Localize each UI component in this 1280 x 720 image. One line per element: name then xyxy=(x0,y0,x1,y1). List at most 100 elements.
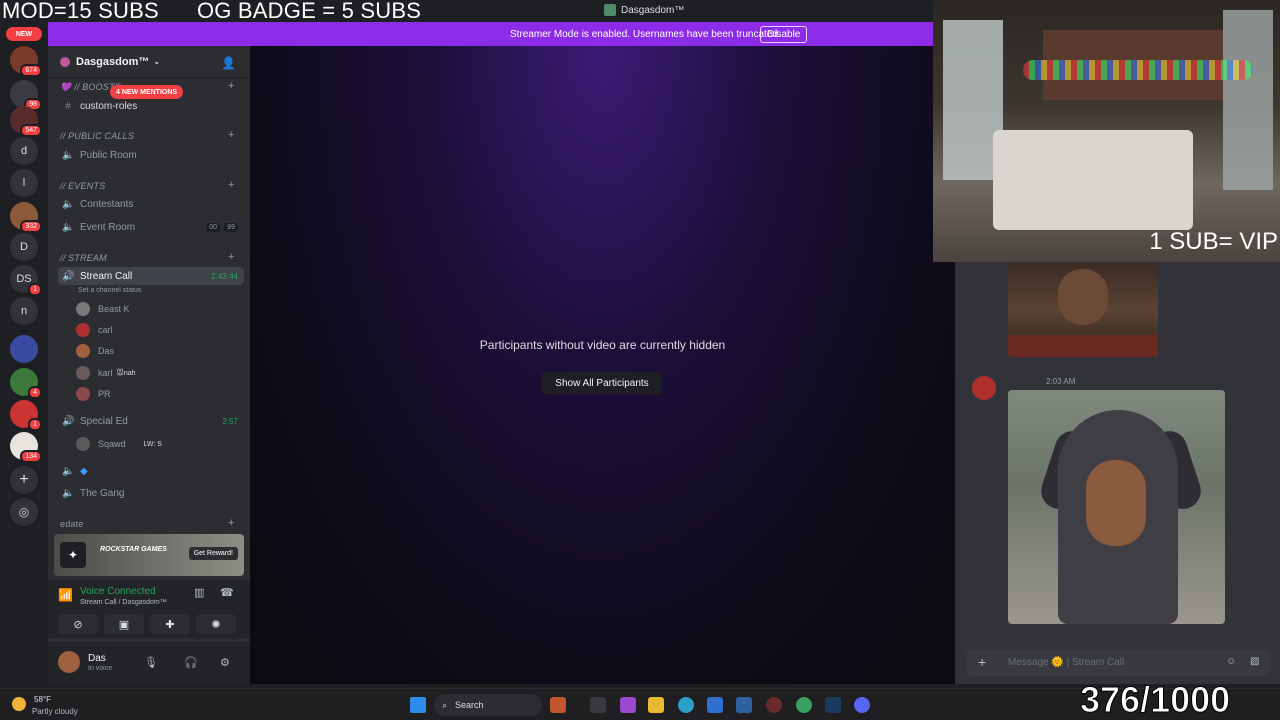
dog-face xyxy=(1086,460,1146,546)
server-icon-1[interactable]: 674 xyxy=(10,46,42,77)
user-status: In voice xyxy=(88,665,113,672)
user-name: karl xyxy=(98,368,113,378)
disconnect-icon[interactable]: ☎ xyxy=(220,586,234,599)
weather-condition: Partly cloudy xyxy=(32,707,78,716)
voice-channel-path[interactable]: Stream Call / Dasgasdom™ xyxy=(80,599,167,606)
channel-event-room[interactable]: 🔈 Event Room 00 99 xyxy=(58,218,244,236)
activities-button[interactable]: ✚ xyxy=(150,614,190,634)
voice-user[interactable]: karl 🐭nah xyxy=(76,364,136,382)
microphone-icon[interactable]: 🎙 xyxy=(144,656,158,669)
widgets-icon[interactable] xyxy=(550,697,566,713)
search-label: Search xyxy=(455,700,484,710)
channel-status[interactable]: Set a channel status xyxy=(78,287,141,294)
discord-icon[interactable] xyxy=(854,697,870,713)
channel-special-ed[interactable]: 🔊 Special Ed 2:57 xyxy=(58,412,244,430)
add-user-icon[interactable]: 👤 xyxy=(221,56,236,70)
server-icon-n[interactable]: n xyxy=(10,297,38,325)
server-icon-d[interactable]: d xyxy=(10,137,38,165)
add-channel-icon[interactable]: + xyxy=(228,251,234,263)
message-input[interactable]: Message 🌞 | Stream Call xyxy=(1008,657,1124,668)
mail-icon[interactable] xyxy=(736,697,752,713)
voice-user[interactable]: carl xyxy=(76,321,113,339)
server-icon-13[interactable]: 134 xyxy=(10,432,42,463)
user-limit: 99 xyxy=(224,222,238,232)
voice-user[interactable]: Beast K xyxy=(76,300,130,318)
task-view-icon[interactable] xyxy=(590,697,606,713)
speaker-icon: 🔈 xyxy=(62,149,75,161)
discord-app-icon xyxy=(604,4,616,16)
channel-the-gang[interactable]: 🔈 The Gang xyxy=(58,484,244,502)
camera-off-button[interactable]: ⊘ xyxy=(58,614,98,634)
start-icon[interactable] xyxy=(410,697,426,713)
add-server-icon[interactable]: + xyxy=(10,466,38,494)
channel-label: Stream Call xyxy=(80,270,133,282)
get-reward-button[interactable]: Get Reward! xyxy=(188,547,238,560)
avatar[interactable] xyxy=(972,376,996,400)
server-icon-11[interactable]: 4 xyxy=(10,368,42,399)
window-title-text: Dasgasdom™ xyxy=(621,4,685,16)
category-events[interactable]: // Events xyxy=(60,181,105,191)
voice-connected-label[interactable]: Voice Connected xyxy=(80,586,156,597)
new-pill[interactable]: NEW xyxy=(6,27,42,41)
channel-stream-call[interactable]: 🔊 Stream Call 2:43:44 xyxy=(58,267,244,285)
copilot-icon[interactable] xyxy=(620,697,636,713)
server-badge: 4 xyxy=(28,386,42,399)
category-public-calls[interactable]: // PUBLIC CALLS xyxy=(60,131,134,141)
show-all-participants-button[interactable]: Show All Participants xyxy=(542,372,662,394)
server-icon-DS[interactable]: DS 1 xyxy=(10,265,42,296)
voice-user[interactable]: Das xyxy=(76,342,114,360)
user-count: 00 xyxy=(206,222,220,232)
avatar[interactable] xyxy=(58,651,80,673)
noise-suppression-icon[interactable]: ▥ xyxy=(194,586,204,599)
channel-custom-roles[interactable]: # custom-roles xyxy=(58,97,244,115)
chat-image[interactable] xyxy=(1008,390,1225,624)
app-icon[interactable] xyxy=(766,697,782,713)
server-icon-D[interactable]: D xyxy=(10,233,38,261)
gem-icon: ◆ xyxy=(80,465,88,477)
speaker-icon: 🔈 xyxy=(62,198,75,210)
room-bed xyxy=(993,130,1193,230)
image-icon[interactable]: ▨ xyxy=(1250,656,1259,667)
taskbar-search[interactable]: ⌕ Search xyxy=(434,694,542,716)
gear-icon[interactable]: ⚙ xyxy=(220,656,230,669)
user-panel: Das In voice 🎙 🎧 ⚙ xyxy=(48,642,250,684)
chrome-icon[interactable] xyxy=(796,697,812,713)
file-explorer-icon[interactable] xyxy=(648,697,664,713)
server-icon-2[interactable]: 98 xyxy=(10,80,42,111)
server-badge: 332 xyxy=(20,220,42,233)
server-icon-12[interactable]: 1 xyxy=(10,400,42,431)
server-header[interactable]: Dasgasdom™ ⌄ 👤 xyxy=(48,46,250,78)
add-channel-icon[interactable]: + xyxy=(228,80,234,92)
room-window xyxy=(1223,10,1273,190)
server-name: Dasgasdom™ xyxy=(76,55,150,68)
store-icon[interactable] xyxy=(707,697,723,713)
overlay-sub-count: 376/1000 xyxy=(1079,679,1231,720)
add-attachment-icon[interactable]: + xyxy=(978,654,986,670)
channel-public-room[interactable]: 🔈 Public Room xyxy=(58,146,244,164)
explore-icon[interactable]: ◎ xyxy=(10,498,38,526)
server-icon-3[interactable]: 547 xyxy=(10,106,42,137)
disable-streamer-mode-button[interactable]: Disable xyxy=(760,26,808,43)
add-channel-icon[interactable]: + xyxy=(228,129,234,141)
message-composer[interactable]: + Message 🌞 | Stream Call ☺ ▨ xyxy=(966,650,1270,676)
edge-icon[interactable] xyxy=(678,697,694,713)
category-stream[interactable]: // STREAM xyxy=(60,253,107,263)
server-icon-6[interactable]: 332 xyxy=(10,202,42,233)
category-edate[interactable]: edate xyxy=(60,519,84,529)
emoji-icon[interactable]: ☺ xyxy=(1226,656,1236,667)
server-icon-l[interactable]: l xyxy=(10,169,38,197)
add-channel-icon[interactable]: + xyxy=(228,517,234,529)
voice-user[interactable]: Sqawd LW: S xyxy=(76,435,162,453)
add-channel-icon[interactable]: + xyxy=(228,179,234,191)
screen-share-button[interactable]: ▣ xyxy=(104,614,144,634)
headphones-icon[interactable]: 🎧 xyxy=(184,656,198,669)
voice-user[interactable]: PR xyxy=(76,385,111,403)
soundboard-button[interactable]: ✺ xyxy=(196,614,236,634)
promo-banner[interactable]: ✦ ROCKSTAR GAMES Get Reward! xyxy=(54,534,244,576)
channel-gem[interactable]: 🔈 ◆ xyxy=(58,462,244,480)
channel-contestants[interactable]: 🔈 Contestants xyxy=(58,195,244,213)
folder-icon[interactable] xyxy=(10,335,38,363)
avatar xyxy=(76,302,90,316)
steam-icon[interactable] xyxy=(825,697,841,713)
chat-image[interactable] xyxy=(1008,263,1158,357)
